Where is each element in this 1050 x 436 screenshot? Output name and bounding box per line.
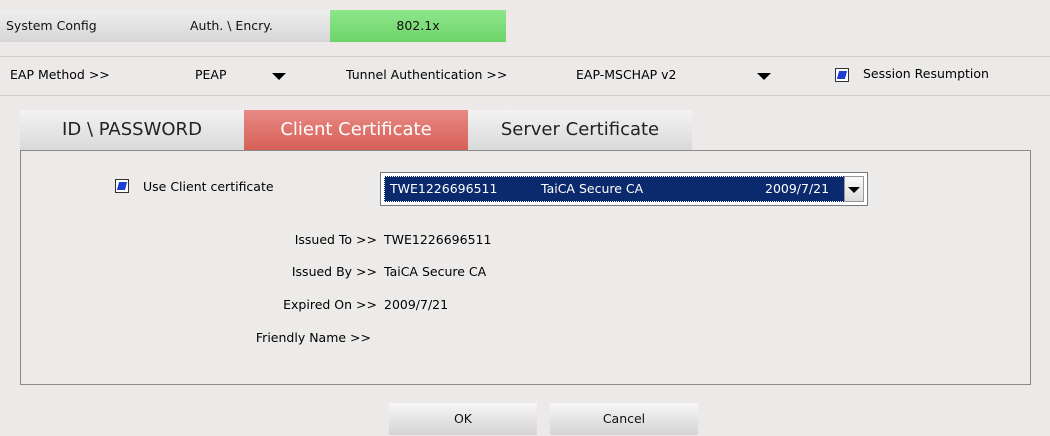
expired-on-value: 2009/7/21 bbox=[384, 297, 449, 312]
chevron-down-icon bbox=[848, 187, 860, 193]
tunnel-auth-label: Tunnel Authentication >> bbox=[346, 67, 508, 82]
tunnel-auth-value[interactable]: EAP-MSCHAP v2 bbox=[576, 67, 676, 82]
cancel-button[interactable]: Cancel bbox=[550, 403, 698, 435]
tab-802-1x[interactable]: 802.1x bbox=[330, 10, 506, 42]
eap-method-label: EAP Method >> bbox=[10, 67, 110, 82]
tab-client-certificate[interactable]: Client Certificate bbox=[244, 110, 468, 150]
tab-id-password[interactable]: ID \ PASSWORD bbox=[20, 110, 244, 150]
use-client-certificate-label: Use Client certificate bbox=[143, 179, 274, 194]
selected-issued-by: TaiCA Secure CA bbox=[541, 181, 644, 196]
issued-to-value: TWE1226696511 bbox=[384, 232, 492, 247]
selected-certificate: TWE1226696511 TaiCA Secure CA 2009/7/21 bbox=[384, 176, 847, 202]
eap-method-dropdown-icon[interactable] bbox=[272, 73, 286, 80]
issued-to-label: Issued To >> bbox=[294, 232, 377, 247]
expired-on-label: Expired On >> bbox=[283, 297, 377, 312]
use-client-certificate-checkbox[interactable] bbox=[115, 179, 129, 193]
tunnel-auth-dropdown-icon[interactable] bbox=[757, 73, 771, 80]
tab-auth-encry[interactable]: Auth. \ Encry. bbox=[180, 10, 330, 42]
eap-method-value[interactable]: PEAP bbox=[195, 67, 227, 82]
session-resumption-checkbox[interactable] bbox=[835, 68, 849, 82]
issued-by-value: TaiCA Secure CA bbox=[384, 264, 487, 279]
client-certificate-select[interactable]: TWE1226696511 TaiCA Secure CA 2009/7/21 bbox=[380, 172, 868, 206]
tab-server-certificate[interactable]: Server Certificate bbox=[468, 110, 692, 150]
tab-system-config[interactable]: System Config bbox=[0, 10, 180, 42]
certificate-dropdown-button[interactable] bbox=[844, 176, 864, 202]
ok-button[interactable]: OK bbox=[389, 403, 537, 435]
selected-issued-to: TWE1226696511 bbox=[390, 181, 498, 196]
friendly-name-label: Friendly Name >> bbox=[255, 330, 371, 345]
selected-expired-on: 2009/7/21 bbox=[765, 181, 830, 196]
issued-by-label: Issued By >> bbox=[291, 264, 377, 279]
session-resumption-label: Session Resumption bbox=[863, 66, 989, 81]
